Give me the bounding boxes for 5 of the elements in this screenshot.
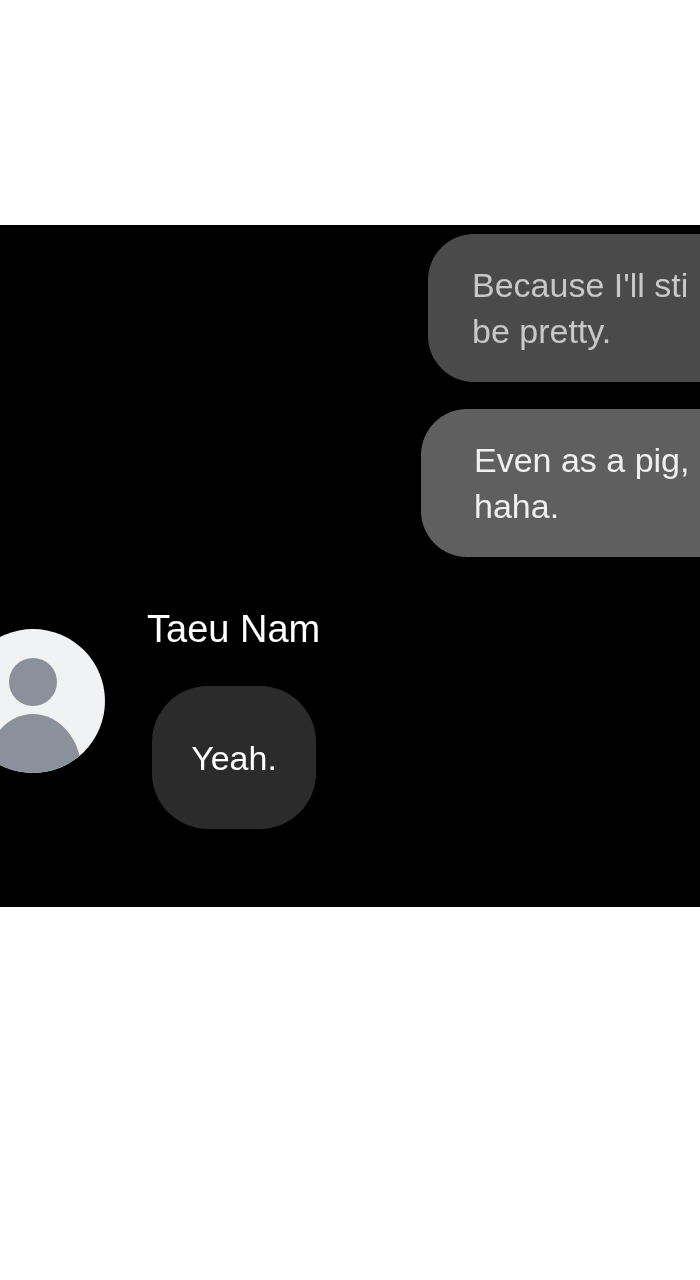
message-text: Yeah. [191,737,277,778]
message-text: Even as a pig, haha. [474,440,690,527]
avatar-icon [0,629,105,773]
sender-name: Taeu Nam [147,607,321,651]
message-text: Because I'll sti be pretty. [472,265,689,352]
